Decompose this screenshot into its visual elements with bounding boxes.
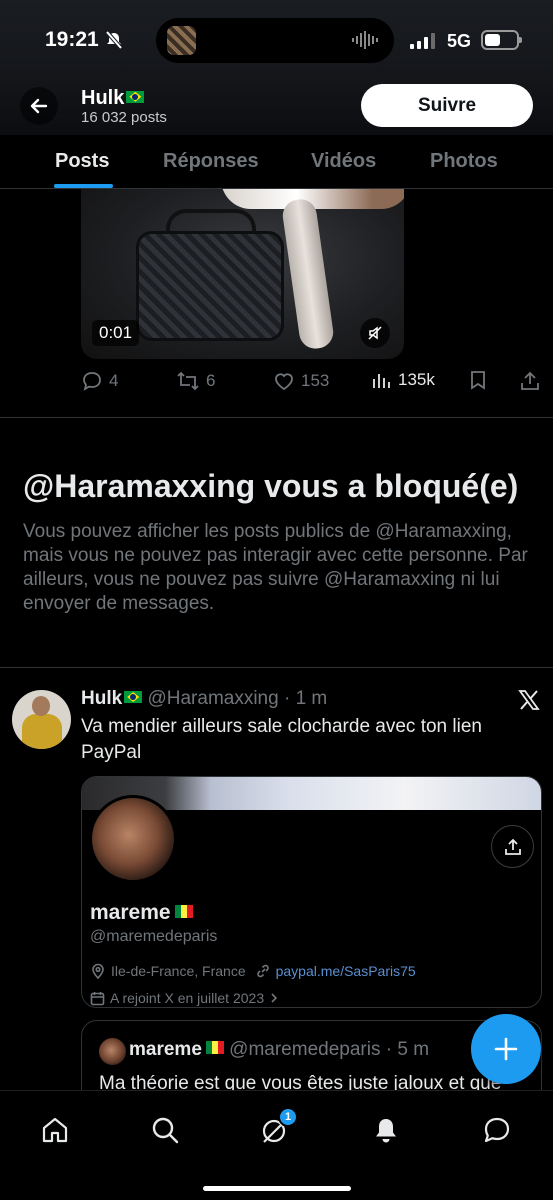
senegal-flag-icon [174,904,193,918]
bottom-navigation: 1 [0,1090,553,1200]
chevron-right-icon [271,993,278,1003]
audio-wave-icon [352,31,378,49]
profile-card-location: Ile-de-France, France [111,963,246,979]
profile-card-link[interactable]: paypal.me/SasParis75 [276,963,416,979]
profile-card-joined-row: A rejoint X en juillet 2023 [90,990,279,1006]
quoted-tweet-header: mareme @maremedeparis · 5 m [129,1039,429,1061]
back-button[interactable] [20,87,58,125]
notification-badge: 1 [278,1107,298,1127]
link-icon [256,964,269,978]
quoted-handle-time: @maremedeparis · 5 m [229,1039,430,1060]
follow-button[interactable]: Suivre [361,84,533,127]
senegal-flag-icon [205,1041,224,1055]
profile-card-handle: @maremedeparis [90,928,218,945]
dynamic-island[interactable] [156,18,394,63]
divider [0,667,553,668]
nav-notifications[interactable] [369,1113,403,1147]
nav-grok[interactable]: 1 [258,1107,298,1147]
tab-videos[interactable]: Vidéos [311,150,376,173]
status-bar: 19:21 5G [0,0,553,75]
avatar-head [32,696,50,716]
silent-bell-icon [105,30,123,50]
reply-icon [83,372,101,391]
speaker-muted-icon [368,326,382,340]
quoted-author-name: mareme [129,1039,202,1060]
active-tab-indicator [54,184,113,188]
mute-button[interactable] [360,318,390,348]
profile-header: Hulk 16 032 posts Suivre [0,75,553,135]
status-time: 19:21 [45,28,99,51]
signal-icon [410,33,435,49]
brazil-flag-icon [126,90,145,103]
now-playing-thumbnail [167,26,196,55]
avatar[interactable] [89,795,177,883]
video-frame-dog-leg [280,197,336,351]
tweet-author-name[interactable]: Hulk [81,688,122,709]
reply-button[interactable]: 4 [81,370,118,392]
profile-card-meta: Ile-de-France, France paypal.me/SasParis… [90,963,416,979]
avatar [99,1038,126,1065]
tab-photos[interactable]: Photos [430,150,498,173]
tweet-header: Hulk @Haramaxxing · 1 m [81,688,327,710]
tweet-handle-time: @Haramaxxing · 1 m [147,688,328,709]
tweet-text: Va mendier ailleurs sale clocharde avec … [81,716,482,763]
x-logo-icon [518,690,540,710]
like-count: 153 [301,371,330,390]
message-bubble-icon [484,1117,510,1143]
compose-button[interactable] [471,1014,541,1084]
avatar-body [22,714,62,749]
location-pin-icon [92,963,104,979]
share-button[interactable] [519,370,541,392]
like-button[interactable]: 153 [273,370,329,392]
tab-replies[interactable]: Réponses [163,150,259,173]
profile-name: Hulk [81,87,145,110]
profile-tabs: Posts Réponses Vidéos Photos [0,135,553,189]
reply-count: 4 [109,371,119,390]
views-chart-icon [373,374,390,388]
post-actions: 4 6 153 135k [0,366,553,396]
home-icon [42,1117,68,1143]
blocked-notice-body: Vous pouvez afficher les posts publics d… [23,521,528,614]
nav-home[interactable] [38,1113,72,1147]
profile-card-joined: A rejoint X en juillet 2023 [110,990,265,1006]
views-button[interactable]: 135k [372,370,435,390]
share-icon [504,838,521,855]
home-indicator [203,1186,351,1191]
network-type: 5G [447,31,472,51]
heart-icon [275,373,293,391]
share-button[interactable] [491,825,534,868]
brazil-flag-icon [124,690,143,703]
arrow-left-icon [30,98,48,114]
search-icon [152,1117,179,1144]
calendar-icon [90,991,105,1005]
plus-icon [494,1037,518,1061]
bookmark-button[interactable] [468,370,488,390]
views-count: 135k [398,370,435,389]
video-duration: 0:01 [92,320,140,346]
video-frame-bag [136,231,284,341]
share-icon [521,371,539,390]
bookmark-icon [471,371,485,390]
battery-icon [481,30,522,50]
video-player[interactable]: 0:01 [81,189,404,359]
repost-count: 6 [206,371,216,390]
nav-search[interactable] [148,1113,182,1147]
avatar[interactable] [12,690,71,749]
bell-icon [376,1119,396,1143]
repost-icon [177,371,199,391]
blocked-notice-title: @Haramaxxing vous a bloqué(e) [23,468,519,504]
profile-card[interactable]: mareme @maremedeparis Ile-de-France, Fra… [81,776,542,1008]
profile-card-name: mareme [90,901,193,925]
posts-count: 16 032 posts [81,109,167,126]
repost-button[interactable]: 6 [176,370,215,392]
divider [0,417,553,418]
tab-posts[interactable]: Posts [55,150,109,173]
nav-messages[interactable] [480,1113,514,1147]
